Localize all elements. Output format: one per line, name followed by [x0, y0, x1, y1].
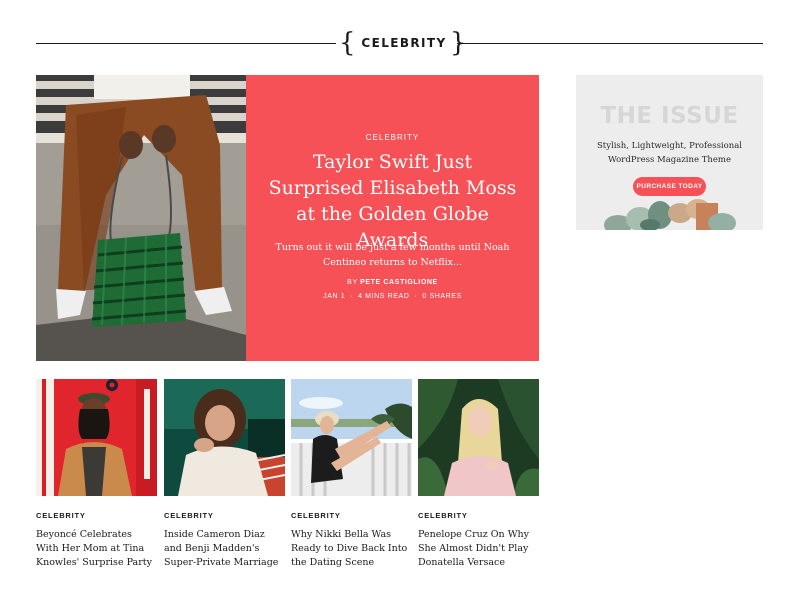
featured-panel: CELEBRITY Taylor Swift Just Surprised El… — [246, 75, 539, 361]
featured-meta: JAN 1 · 4 MINS READ · 0 SHARES — [246, 293, 539, 300]
meta-separator: · — [350, 293, 354, 300]
featured-post: CELEBRITY Taylor Swift Just Surprised El… — [36, 75, 539, 361]
header-rule-right — [457, 43, 763, 44]
post-thumbnail[interactable] — [36, 379, 157, 496]
header-rule-left — [36, 43, 336, 44]
post-date: JAN 1 — [323, 293, 346, 300]
post-title[interactable]: Beyoncé Celebrates With Her Mom at Tina … — [36, 528, 157, 570]
post-category[interactable]: CELEBRITY — [291, 511, 412, 520]
byline-prefix: BY — [347, 279, 358, 286]
featured-byline: BY PETE CASTIGLIONE — [246, 279, 539, 286]
featured-title[interactable]: Taylor Swift Just Surprised Elisabeth Mo… — [268, 149, 517, 253]
post-title[interactable]: Penelope Cruz On Why She Almost Didn't P… — [418, 528, 539, 570]
purchase-button[interactable]: PURCHASE TODAY — [633, 177, 706, 196]
ad-title: THE ISSUE — [600, 103, 739, 129]
post-category[interactable]: CELEBRITY — [164, 511, 285, 520]
post-thumbnail[interactable] — [418, 379, 539, 496]
post-title[interactable]: Why Nikki Bella Was Ready to Dive Back I… — [291, 528, 412, 570]
meta-separator: · — [414, 293, 418, 300]
post-category[interactable]: CELEBRITY — [418, 511, 539, 520]
read-time: 4 MINS READ — [358, 293, 410, 300]
post-thumbnail[interactable] — [164, 379, 285, 496]
post-category[interactable]: CELEBRITY — [36, 511, 157, 520]
author-link[interactable]: PETE CASTIGLIONE — [360, 279, 438, 286]
post-card[interactable]: CELEBRITY Why Nikki Bella Was Ready to D… — [291, 379, 412, 570]
featured-image[interactable] — [36, 75, 246, 361]
featured-excerpt: Turns out it will be just a few months u… — [275, 242, 510, 268]
post-card[interactable]: CELEBRITY Inside Cameron Diaz and Benji … — [164, 379, 285, 570]
ad-subtitle: Stylish, Lightweight, Professional WordP… — [596, 141, 743, 165]
sidebar-ad[interactable]: THE ISSUE Stylish, Lightweight, Professi… — [576, 75, 763, 230]
post-card[interactable]: CELEBRITY Beyoncé Celebrates With Her Mo… — [36, 379, 157, 570]
succulent-image — [598, 195, 741, 230]
section-header: { CELEBRITY } — [36, 28, 763, 60]
featured-category[interactable]: CELEBRITY — [246, 133, 539, 142]
share-count: 0 SHARES — [422, 293, 462, 300]
section-title[interactable]: CELEBRITY — [354, 36, 454, 50]
post-thumbnail[interactable] — [291, 379, 412, 496]
post-card[interactable]: CELEBRITY Penelope Cruz On Why She Almos… — [418, 379, 539, 570]
post-title[interactable]: Inside Cameron Diaz and Benji Madden's S… — [164, 528, 285, 570]
